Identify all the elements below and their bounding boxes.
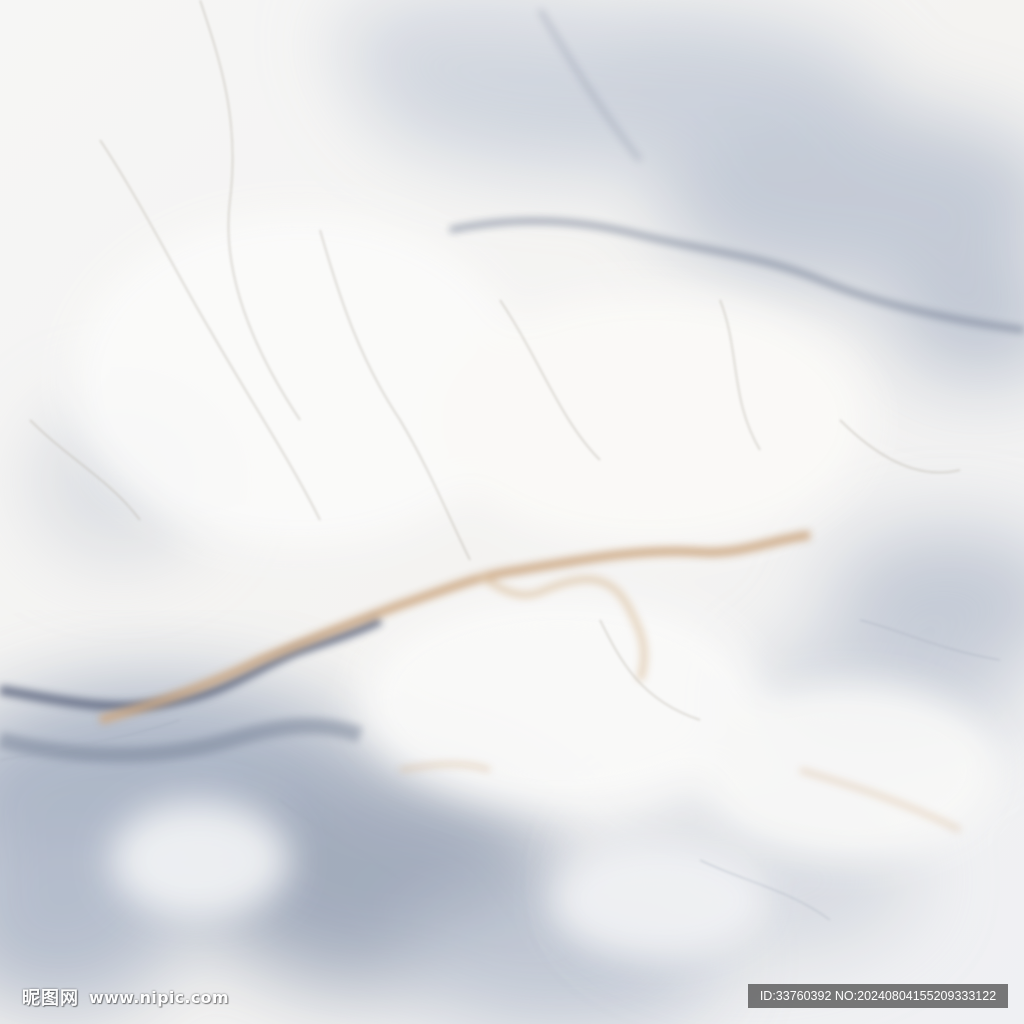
- watermark-id-badge: ID:33760392 NO:20240804155209333122: [748, 984, 1008, 1008]
- marble-texture: [0, 0, 1024, 1024]
- watermark-brand-name: 昵图网: [22, 988, 79, 1009]
- marble-image: 昵图网 www.nipic.com ID:33760392 NO:2024080…: [0, 0, 1024, 1024]
- watermark-brand: 昵图网 www.nipic.com: [22, 984, 229, 1010]
- watermark-url: www.nipic.com: [89, 987, 229, 1007]
